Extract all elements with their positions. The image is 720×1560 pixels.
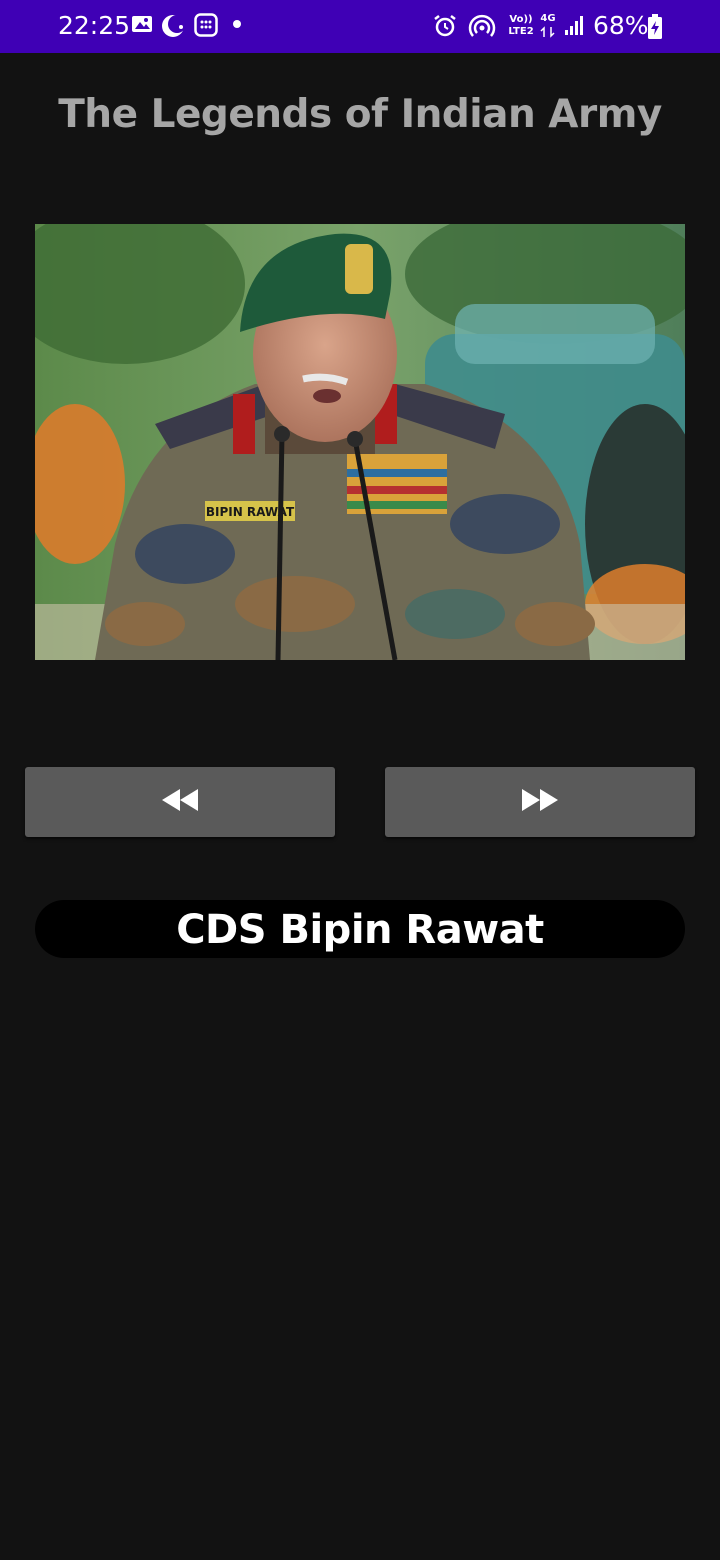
battery-charging-icon (647, 14, 663, 40)
notification-dot-icon (232, 19, 242, 29)
hotspot-icon (468, 13, 496, 39)
legend-photo: BIPIN RAWAT (35, 224, 685, 660)
previous-button[interactable] (25, 767, 335, 837)
fast-forward-icon (520, 786, 560, 818)
crescent-app-icon (160, 13, 186, 39)
network-volte-label: Vo)) (509, 14, 533, 25)
status-time: 22:25 (58, 11, 131, 40)
battery-percentage: 68% (593, 11, 649, 40)
alarm-icon (432, 13, 456, 39)
legend-name-label: CDS Bipin Rawat (35, 900, 685, 958)
gallery-icon (131, 13, 155, 39)
rewind-icon (160, 786, 200, 818)
calculator-app-icon (194, 13, 218, 39)
signal-icon (564, 13, 588, 39)
app-title: The Legends of Indian Army (58, 92, 662, 137)
data-arrows-icon (540, 26, 556, 38)
status-bar: 22:25 Vo)) LTE2 4G 68% (0, 0, 720, 53)
network-lte-label: LTE2 (508, 26, 534, 37)
data-type-label: 4G (540, 13, 556, 24)
next-button[interactable] (385, 767, 695, 837)
